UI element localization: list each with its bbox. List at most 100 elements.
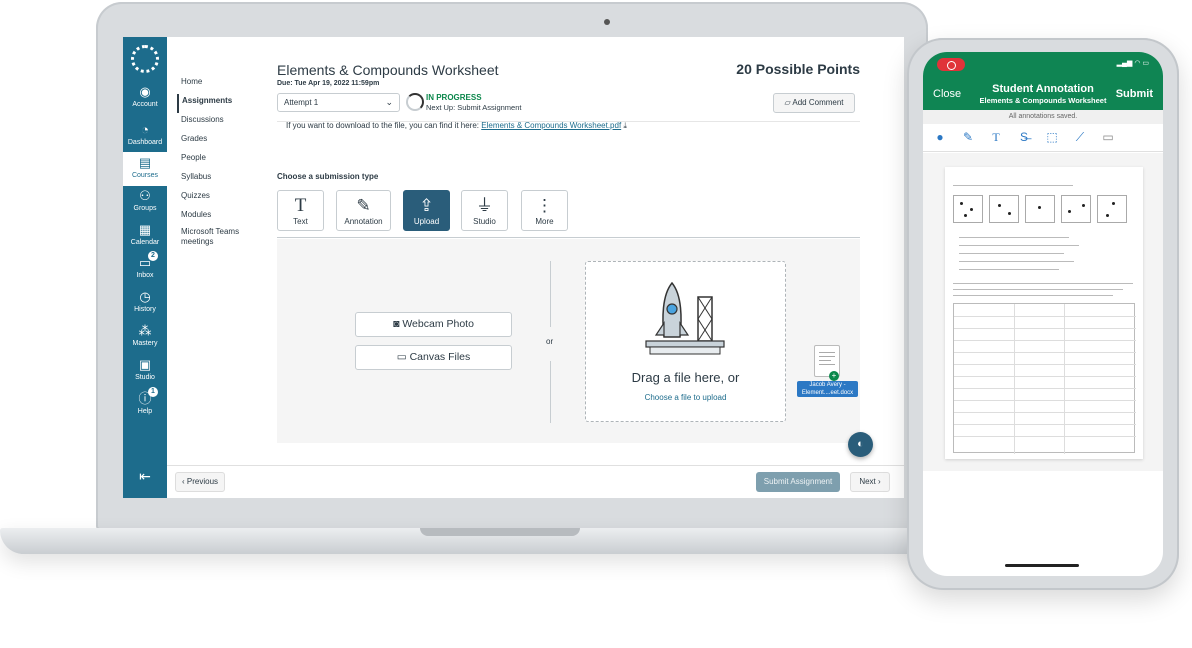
strikethrough-icon[interactable]: S̶ (1017, 130, 1031, 144)
canvas-files-button[interactable]: ▭ Canvas Files (355, 345, 512, 370)
diagram-box (953, 195, 983, 223)
nav-dashboard[interactable]: ◔ Dashboard (123, 119, 167, 153)
submit-assignment-button[interactable]: Submit Assignment (756, 472, 840, 492)
history-icon: ◷ (139, 289, 151, 304)
course-nav-teams[interactable]: Microsoft Teams meetings (177, 227, 257, 251)
text-tool-icon[interactable]: T (989, 130, 1003, 144)
add-comment-button[interactable]: ▱ Add Comment (773, 93, 855, 113)
table-row (954, 412, 1136, 413)
worksheet-page (945, 167, 1143, 459)
canvas-logo-icon[interactable] (131, 45, 159, 73)
pin-icon[interactable]: ● (933, 130, 947, 144)
plug-icon: ⏚ (476, 196, 493, 215)
nav-label: Studio (135, 374, 155, 381)
camera-icon: ◙ (393, 318, 400, 330)
worksheet-table (953, 303, 1136, 454)
previous-label: Previous (186, 477, 219, 486)
close-button[interactable]: Close (933, 88, 961, 100)
previous-button[interactable]: ‹ Previous (175, 472, 225, 492)
nav-inbox[interactable]: ▭ 2 Inbox (123, 251, 167, 286)
submission-type-annotation[interactable]: ✎ Annotation (336, 190, 391, 231)
more-icon: ⋮ (536, 196, 553, 215)
brush-icon[interactable]: ⟋ (1073, 130, 1087, 144)
webcam-label: Webcam Photo (402, 318, 474, 330)
next-button[interactable]: Next › (850, 472, 890, 492)
course-nav-quizzes[interactable]: Quizzes (177, 189, 257, 208)
nav-label: Calendar (130, 239, 160, 246)
recording-icon (937, 58, 965, 71)
phone-header: ▂▄▆ ◠ ▭ Close Student Annotation Element… (923, 52, 1163, 110)
chat-help-icon[interactable]: ◐ (848, 432, 873, 457)
annotations-saved-text: All annotations saved. (923, 110, 1163, 124)
nav-label: Inbox (136, 272, 154, 279)
collapse-nav-icon[interactable]: ⇤ (135, 468, 155, 484)
eraser-icon[interactable]: ▭ (1101, 130, 1115, 144)
text-line (953, 185, 1073, 186)
comment-icon: ▱ (784, 98, 791, 107)
course-nav-grades[interactable]: Grades (177, 132, 257, 151)
text-line (959, 253, 1064, 254)
submission-type-upload[interactable]: ⇪ Upload (403, 190, 450, 231)
inbox-badge: 2 (148, 251, 158, 261)
webcam-photo-button[interactable]: ◙ Webcam Photo (355, 312, 512, 337)
course-nav-home[interactable]: Home (177, 75, 257, 94)
nav-mastery[interactable]: ⁂ Mastery (123, 320, 167, 354)
status-badge: IN PROGRESS (426, 93, 482, 102)
mastery-icon: ⁂ (138, 323, 152, 338)
drag-file-text: Drag a file here, or (631, 370, 740, 385)
submission-type-text[interactable]: T Text (277, 190, 324, 231)
course-nav-assignments[interactable]: Assignments (177, 94, 257, 113)
text-icon: T (294, 195, 307, 216)
plus-icon: + (829, 371, 839, 381)
box-select-icon[interactable]: ⬚ (1045, 130, 1059, 144)
course-nav-discussions[interactable]: Discussions (177, 113, 257, 132)
submission-type-more[interactable]: ⋮ More (521, 190, 568, 231)
dragged-file-label: Jacob Avery - Element....eet.docx (797, 381, 858, 397)
text-line (959, 245, 1079, 246)
download-line: If you want to download to the file, you… (286, 121, 627, 131)
upload-panel: ◙ Webcam Photo ▭ Canvas Files or Drag a … (277, 239, 860, 443)
nav-groups[interactable]: ⚇ Groups (123, 185, 167, 219)
attempt-select[interactable]: Attempt 1 ⌄ (277, 93, 400, 112)
text-line (959, 261, 1074, 262)
due-date: Due: Tue Apr 19, 2022 11:59pm (277, 80, 380, 87)
submission-type-label: Text (293, 217, 308, 226)
diagram-box (1097, 195, 1127, 223)
annotation-icon: ✎ (356, 196, 371, 215)
course-nav: Home Assignments Discussions Grades Peop… (177, 75, 257, 251)
table-col (1014, 304, 1015, 454)
nav-courses[interactable]: ▤ Courses (123, 152, 167, 186)
pen-icon[interactable]: ✎ (961, 130, 975, 144)
course-nav-modules[interactable]: Modules (177, 208, 257, 227)
phone-submit-button[interactable]: Submit (1116, 88, 1153, 100)
nav-account[interactable]: ◉ Account (123, 81, 167, 115)
submission-type-studio[interactable]: ⏚ Studio (461, 190, 508, 231)
table-row (954, 388, 1136, 389)
assignment-title: Elements & Compounds Worksheet (277, 62, 499, 78)
table-row (954, 424, 1136, 425)
file-drop-zone[interactable]: Drag a file here, or Choose a file to up… (585, 261, 786, 422)
table-row (954, 316, 1136, 317)
nav-label: Mastery (132, 340, 158, 347)
diagram-box (989, 195, 1019, 223)
course-nav-syllabus[interactable]: Syllabus (177, 170, 257, 189)
choose-file-link[interactable]: Choose a file to upload (586, 393, 785, 402)
choose-submission-label: Choose a submission type (277, 172, 379, 181)
course-nav-people[interactable]: People (177, 151, 257, 170)
chevron-down-icon: ⌄ (385, 97, 393, 107)
nav-help[interactable]: ⓘ 1 Help (123, 387, 167, 422)
studio-icon: ▣ (138, 357, 152, 372)
text-line (959, 269, 1059, 270)
table-col (1064, 304, 1065, 454)
nav-studio[interactable]: ▣ Studio (123, 354, 167, 388)
divider (277, 237, 860, 238)
nav-calendar[interactable]: ▦ Calendar (123, 219, 167, 253)
home-indicator (1005, 564, 1079, 567)
progress-icon (406, 93, 424, 111)
table-row (954, 340, 1136, 341)
nav-label: Help (137, 408, 153, 415)
nav-history[interactable]: ◷ History (123, 286, 167, 320)
download-icon[interactable]: ⤓ (623, 121, 627, 130)
download-link[interactable]: Elements & Compounds Worksheet.pdf (481, 121, 621, 130)
next-label: Next (859, 477, 876, 486)
